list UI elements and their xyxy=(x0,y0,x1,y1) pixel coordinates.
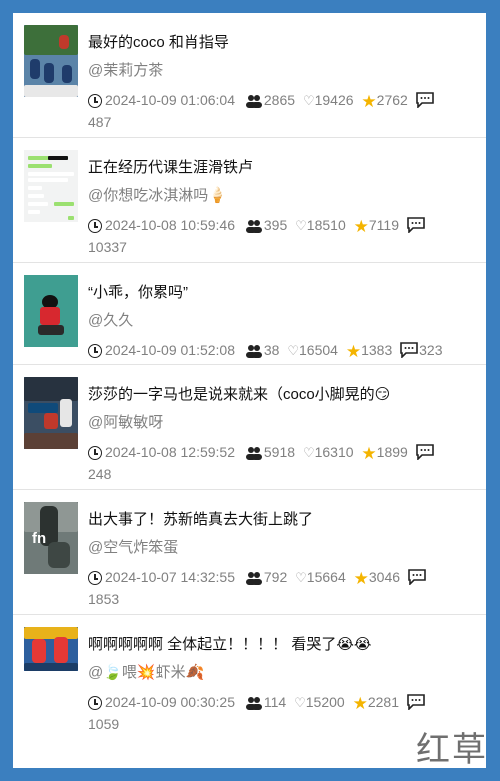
post-author[interactable]: @茉莉方茶 xyxy=(88,61,474,81)
comment-count: 114 xyxy=(263,694,287,710)
post-author[interactable]: @空气炸笨蛋 xyxy=(88,538,474,558)
like-count: 16310 xyxy=(314,444,354,460)
users-icon xyxy=(245,697,262,710)
reply-count: 323 xyxy=(419,342,443,358)
clock-icon xyxy=(88,696,102,710)
post-title[interactable]: “小乖，你累吗” xyxy=(88,283,474,303)
post-date: 2024-10-08 12:59:52 xyxy=(105,444,235,460)
post-author[interactable]: @你想吃冰淇淋吗🍦 xyxy=(88,186,474,206)
post-author[interactable]: @🍃喂💥虾米🍂 xyxy=(88,663,474,683)
reply-count: 10337 xyxy=(88,239,127,255)
comment-count: 395 xyxy=(263,217,288,233)
post-date: 2024-10-09 00:30:25 xyxy=(105,694,235,710)
users-icon xyxy=(245,572,262,585)
post-date: 2024-10-09 01:52:08 xyxy=(105,342,235,358)
reply-count: 1853 xyxy=(88,591,120,607)
heart-icon: ♡ xyxy=(302,93,315,108)
clock-icon xyxy=(88,344,102,358)
star-icon: ★ xyxy=(353,217,369,236)
post-title[interactable]: 莎莎的一字马也是说来就来（coco小脚晃的😏 xyxy=(88,385,474,405)
like-count: 16504 xyxy=(299,342,338,358)
post-card[interactable]: 最好的coco 和肖指导 @茉莉方茶 2024-10-09 01:06:04 2… xyxy=(13,13,486,138)
post-date: 2024-10-07 14:32:55 xyxy=(105,569,235,585)
comment-count: 5918 xyxy=(263,444,296,460)
message-icon xyxy=(415,92,434,108)
post-date: 2024-10-09 01:06:04 xyxy=(105,92,235,108)
heart-icon: ♡ xyxy=(287,343,300,358)
like-count: 15664 xyxy=(306,569,346,585)
post-thumbnail[interactable] xyxy=(24,25,78,97)
post-card[interactable]: fn 出大事了！苏新皓真去大街上跳了 @空气炸笨蛋 2024-10-07 14:… xyxy=(13,490,486,615)
post-thumbnail[interactable] xyxy=(24,150,78,222)
users-icon xyxy=(245,345,262,358)
heart-icon: ♡ xyxy=(294,695,306,710)
post-title[interactable]: 出大事了！苏新皓真去大街上跳了 xyxy=(88,510,474,530)
message-icon xyxy=(407,217,425,233)
post-title[interactable]: 最好的coco 和肖指导 xyxy=(88,33,474,53)
message-icon xyxy=(407,694,425,710)
post-stats: 2024-10-09 01:06:04 2865 ♡19426 ★2762 48… xyxy=(88,90,474,132)
like-count: 19426 xyxy=(314,92,354,108)
comment-count: 38 xyxy=(263,342,280,358)
post-thumbnail[interactable]: fn xyxy=(24,502,78,574)
heart-icon: ♡ xyxy=(295,218,307,233)
post-author[interactable]: @阿敏敏呀 xyxy=(88,413,474,433)
reply-count: 487 xyxy=(88,114,112,130)
post-feed: 最好的coco 和肖指导 @茉莉方茶 2024-10-09 01:06:04 2… xyxy=(13,13,486,768)
post-card[interactable]: “小乖，你累吗” @久久 2024-10-09 01:52:08 38 ♡165… xyxy=(13,263,486,365)
post-stats: 2024-10-07 14:32:55 792 ♡15664 ★3046 185… xyxy=(88,567,474,609)
post-thumbnail[interactable] xyxy=(24,627,78,671)
star-icon: ★ xyxy=(352,694,368,713)
post-stats: 2024-10-08 10:59:46 395 ♡18510 ★7119 103… xyxy=(88,215,474,257)
like-count: 15200 xyxy=(305,694,345,710)
clock-icon xyxy=(88,94,102,108)
post-stats: 2024-10-09 01:52:08 38 ♡16504 ★1383 323 xyxy=(88,340,474,362)
clock-icon xyxy=(88,571,102,585)
post-date: 2024-10-08 10:59:46 xyxy=(105,217,235,233)
comment-count: 792 xyxy=(263,569,288,585)
clock-icon xyxy=(88,446,102,460)
favorite-count: 7119 xyxy=(368,217,399,233)
favorite-count: 1899 xyxy=(376,444,408,460)
star-icon: ★ xyxy=(361,92,377,111)
message-icon xyxy=(408,569,426,585)
star-icon: ★ xyxy=(361,444,377,463)
favorite-count: 3046 xyxy=(368,569,401,585)
reply-count: 248 xyxy=(88,466,112,482)
post-card[interactable]: 莎莎的一字马也是说来就来（coco小脚晃的😏 @阿敏敏呀 2024-10-08 … xyxy=(13,365,486,490)
post-thumbnail[interactable] xyxy=(24,275,78,347)
star-icon: ★ xyxy=(353,569,369,588)
post-thumbnail[interactable] xyxy=(24,377,78,449)
star-icon: ★ xyxy=(345,342,362,361)
favorite-count: 2281 xyxy=(367,694,399,710)
post-title[interactable]: 啊啊啊啊啊 全体起立！！！！ 看哭了😭😭 xyxy=(88,635,474,655)
message-icon xyxy=(400,342,418,358)
favorite-count: 2762 xyxy=(376,92,408,108)
heart-icon: ♡ xyxy=(302,445,315,460)
users-icon xyxy=(245,220,262,233)
post-stats: 2024-10-08 12:59:52 5918 ♡16310 ★1899 24… xyxy=(88,442,474,484)
comment-count: 2865 xyxy=(263,92,296,108)
post-title[interactable]: 正在经历代课生涯滑铁卢 xyxy=(88,158,474,178)
watermark: 红草 xyxy=(416,730,488,770)
reply-count: 1059 xyxy=(88,716,120,732)
post-author[interactable]: @久久 xyxy=(88,311,474,331)
heart-icon: ♡ xyxy=(295,570,307,585)
users-icon xyxy=(245,95,262,108)
users-icon xyxy=(245,447,262,460)
like-count: 18510 xyxy=(306,217,346,233)
favorite-count: 1383 xyxy=(361,342,393,358)
message-icon xyxy=(415,444,434,460)
clock-icon xyxy=(88,219,102,233)
post-card[interactable]: 正在经历代课生涯滑铁卢 @你想吃冰淇淋吗🍦 2024-10-08 10:59:4… xyxy=(13,138,486,263)
